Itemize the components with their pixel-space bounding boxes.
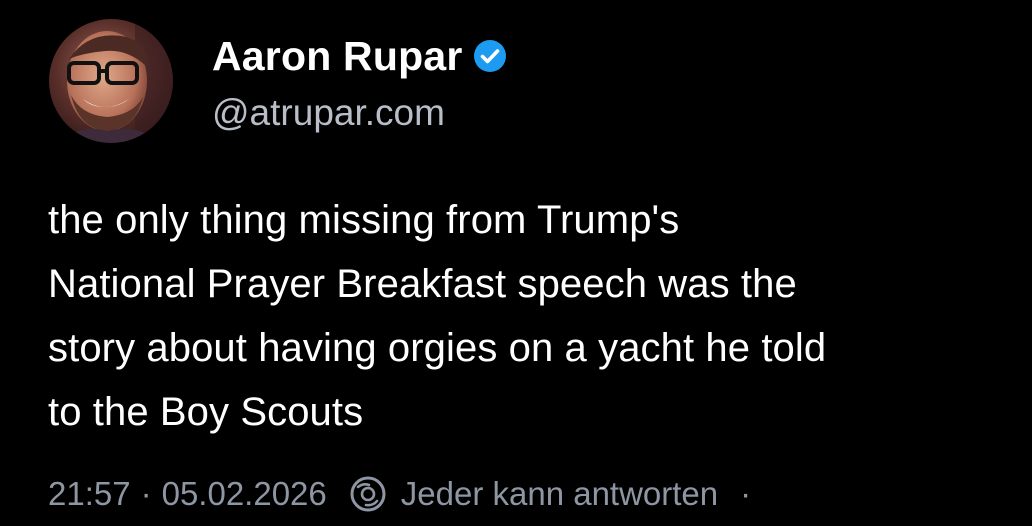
trailing-separator: ·	[740, 475, 752, 512]
post-text: the only thing missing from Trump's Nati…	[48, 198, 827, 434]
verified-check-icon	[473, 39, 507, 73]
post[interactable]: Aaron Rupar @atrupar.com the only thing …	[0, 0, 1032, 526]
post-date: 05.02.2026	[161, 475, 327, 512]
reply-settings-icon	[350, 476, 386, 512]
avatar-image	[49, 19, 173, 143]
author-block: Aaron Rupar	[212, 28, 507, 88]
display-name-row: Aaron Rupar	[212, 28, 507, 84]
author-handle[interactable]: @atrupar.com	[212, 92, 445, 134]
reply-settings-label: Jeder kann antworten	[400, 475, 719, 512]
post-meta: 21:57 · 05.02.2026 Jeder kann antworten …	[48, 470, 751, 518]
avatar[interactable]	[49, 19, 173, 143]
meta-separator: ·	[140, 475, 152, 512]
display-name[interactable]: Aaron Rupar	[212, 33, 463, 80]
reply-settings[interactable]: Jeder kann antworten	[349, 475, 718, 513]
post-time: 21:57	[48, 475, 131, 512]
